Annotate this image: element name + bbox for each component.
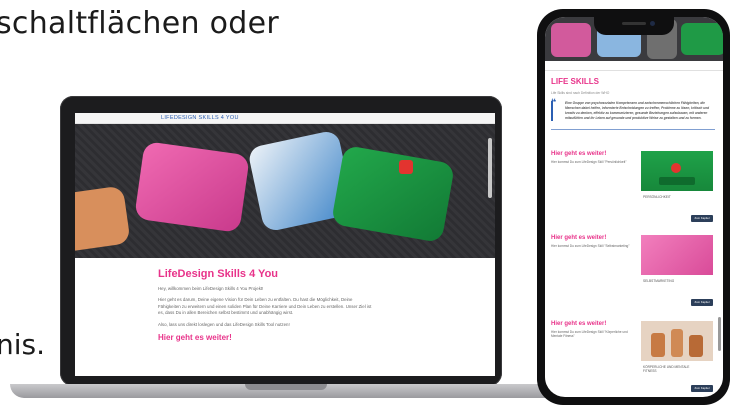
laptop-notch xyxy=(245,384,327,390)
phone-speaker xyxy=(622,22,646,25)
laptop-site-nav-label[interactable]: LIFEDESIGN SKILLS 4 YOU xyxy=(161,115,239,121)
skill-card-fitness: Hier geht es weiter! Hier kommst Du zum … xyxy=(551,321,715,397)
card-image-pink xyxy=(641,235,713,275)
card-label: PERSÖNLICHKEIT xyxy=(643,195,671,199)
puzzle-piece-pink xyxy=(134,141,250,233)
laptop-screen: LIFEDESIGN SKILLS 4 YOU LifeDesign Skill… xyxy=(75,113,495,376)
phone-notch xyxy=(594,17,674,35)
phone-scrollbar[interactable] xyxy=(718,317,721,351)
laptop-paragraph: Hier geht es darum, Deine eigene Vision … xyxy=(158,297,372,316)
phone-site-nav xyxy=(545,61,723,71)
card-text: Hier kommst Du zum LifeDesign Skill "Kör… xyxy=(551,330,628,339)
laptop-hero-image xyxy=(75,124,495,258)
phone-subtitle: Life Skills sind nach Definition der WHO xyxy=(551,91,610,95)
laptop-greeting: Hey, willkommen beim LifeDesign Skills 4… xyxy=(158,286,264,291)
laptop-cta-text: Also, lass uns direkt loslegen und das L… xyxy=(158,321,290,327)
skill-card-selfmarketing: Hier geht es weiter! Hier kommst Du zum … xyxy=(551,235,715,319)
divider xyxy=(551,129,715,130)
screenshot-canvas: schaltflächen oder nis. LIFEDESIGN SKILL… xyxy=(0,0,738,408)
background-text-top: schaltflächen oder xyxy=(0,6,280,41)
phone-screen: LIFE SKILLS Life Skills sind nach Defini… xyxy=(545,17,723,397)
background-text-bottom: nis. xyxy=(0,328,46,361)
who-quote-block: ❝ Eine Gruppe von psychosozialen Kompete… xyxy=(551,97,715,121)
laptop-scrollbar[interactable] xyxy=(488,138,492,198)
laptop-site-nav: LIFEDESIGN SKILLS 4 YOU xyxy=(75,113,495,124)
red-person-icon xyxy=(399,160,413,174)
card-label: KÖRPERLICHE UND MENTALE FITNESS xyxy=(643,365,690,374)
phone-site-content: LIFE SKILLS Life Skills sind nach Defini… xyxy=(551,77,715,130)
card-image-dumbbells xyxy=(641,321,713,361)
zum-kapitel-button[interactable]: Zum Kapitel xyxy=(691,385,713,392)
laptop-subheading[interactable]: Hier geht es weiter! xyxy=(158,333,375,342)
laptop-site-content: LifeDesign Skills 4 You Hey, willkommen … xyxy=(75,258,375,342)
phone-camera xyxy=(650,21,655,26)
card-text: Hier kommst Du zum LifeDesign Skill "Sel… xyxy=(551,244,630,248)
zum-kapitel-button[interactable]: Zum Kapitel xyxy=(691,299,713,306)
who-quote-text: Eine Gruppe von psychosozialen Kompetenz… xyxy=(565,101,710,120)
zum-kapitel-button[interactable]: Zum Kapitel xyxy=(691,215,713,222)
laptop-site-title: LifeDesign Skills 4 You xyxy=(158,268,279,280)
card-label: SELBSTMARKETING xyxy=(643,279,675,283)
puzzle-piece-orange xyxy=(75,185,131,253)
skill-card-personality: Hier geht es weiter! Hier kommst Du zum … xyxy=(551,151,715,235)
card-image-green-pawns xyxy=(641,151,713,191)
card-text: Hier kommst Du zum LifeDesign Skill "Per… xyxy=(551,160,627,164)
quote-icon: ❝ xyxy=(551,97,557,107)
phone-site-title: LIFE SKILLS xyxy=(551,77,599,86)
